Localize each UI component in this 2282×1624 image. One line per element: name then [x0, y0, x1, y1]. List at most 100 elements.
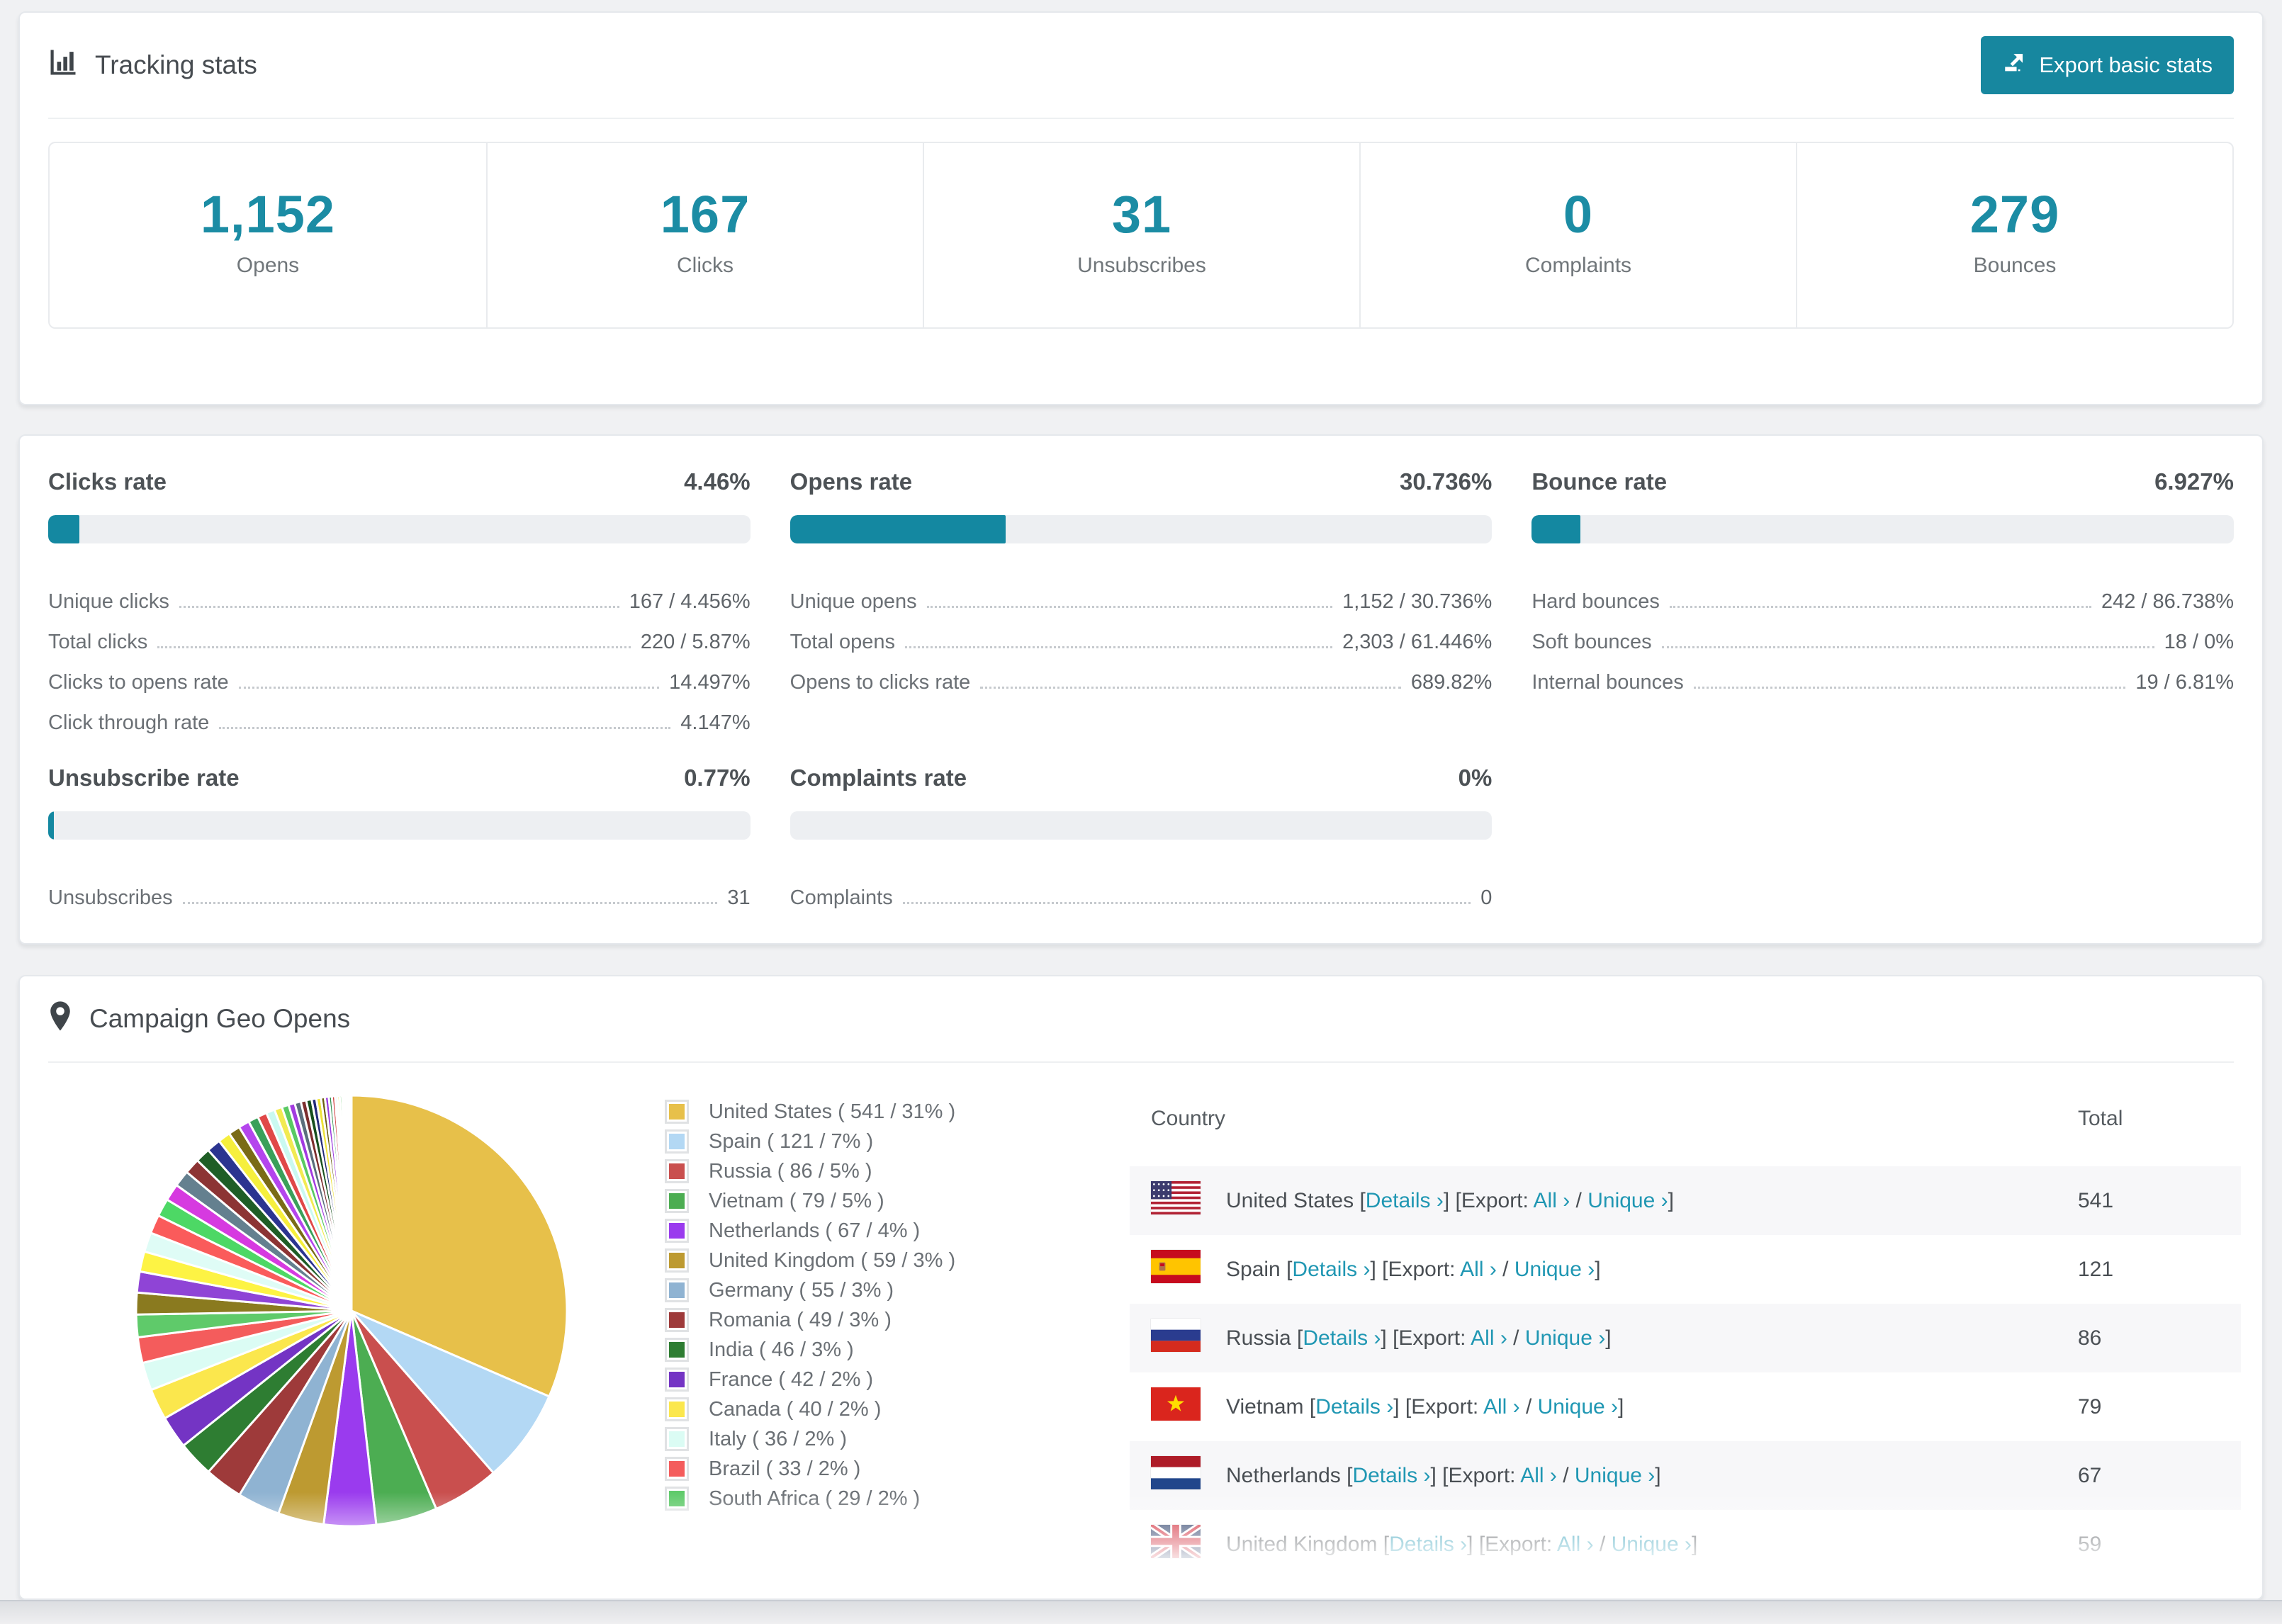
- rate-row-value: 19 / 6.81%: [2135, 671, 2234, 694]
- export-unique-link[interactable]: Unique ›: [1525, 1326, 1605, 1350]
- rate-row-value: 2,303 / 61.446%: [1342, 631, 1493, 653]
- legend-item: India ( 46 / 3% ): [665, 1335, 1090, 1365]
- legend-item: Germany ( 55 / 3% ): [665, 1275, 1090, 1305]
- rate-rows: Unique opens 1,152 / 30.736% Total opens 2,…: [790, 575, 1493, 696]
- rate-head: Unsubscribe rate 0.77%: [48, 765, 751, 791]
- rate-block-complaints-rate: Complaints rate 0% Complaints 0: [789, 765, 1493, 911]
- legend-swatch: [665, 1457, 689, 1481]
- stat-cell-clicks: 167 Clicks: [486, 143, 923, 327]
- dotted-leader: [182, 902, 718, 904]
- country-name: Spain: [1226, 1257, 1281, 1281]
- stat-value: 279: [1969, 185, 2060, 244]
- rate-row-label: Unsubscribes: [48, 886, 173, 909]
- geo-pie-legend: United States ( 541 / 31% ) Spain ( 121 /…: [665, 1095, 1090, 1513]
- table-row-de: Germany [Details ›] [Export: All › / Uni…: [1130, 1579, 2241, 1598]
- rate-row-value: 167 / 4.456%: [629, 590, 751, 613]
- country-cell: United Kingdom [Details ›] [Export: All …: [1130, 1510, 2078, 1579]
- export-all-link[interactable]: All ›: [1471, 1326, 1507, 1350]
- export-unique-link[interactable]: Unique ›: [1587, 1189, 1668, 1212]
- legend-swatch: [665, 1278, 689, 1302]
- country-links-text: Netherlands [Details ›] [Export: All › /…: [1226, 1463, 1661, 1487]
- export-unique-link[interactable]: Unique ›: [1538, 1395, 1618, 1419]
- rate-row: Clicks to opens rate 14.497%: [48, 655, 751, 696]
- rate-title: Opens rate: [789, 468, 913, 495]
- legend-item: United States ( 541 / 31% ): [665, 1097, 1090, 1127]
- stat-label: Clicks: [677, 254, 734, 277]
- legend-swatch: [665, 1397, 689, 1421]
- country-cell-inner: Germany [Details ›] [Export: All › / Uni…: [1130, 1594, 2078, 1598]
- column-header-country: Country: [1151, 1107, 1226, 1130]
- country-cell-inner: United Kingdom [Details ›] [Export: All …: [1130, 1521, 2078, 1564]
- rate-row-label: Soft bounces: [1531, 631, 1652, 653]
- legend-label: France ( 42 / 2% ): [709, 1368, 874, 1391]
- dotted-leader: [157, 646, 631, 648]
- legend-item: United Kingdom ( 59 / 3% ): [665, 1246, 1090, 1275]
- rate-progress-bar: [48, 515, 751, 543]
- rate-head: Opens rate 30.736%: [790, 468, 1493, 495]
- export-unique-link[interactable]: Unique ›: [1612, 1533, 1692, 1556]
- export-unique-link[interactable]: Unique ›: [1575, 1464, 1655, 1487]
- legend-swatch: [665, 1248, 689, 1273]
- rate-block-bounce-rate: Bounce rate 6.927% Hard bounces 242 / 86.73…: [1531, 468, 2234, 736]
- rate-block-opens-rate: Opens rate 30.736% Unique opens 1,152 / 30.…: [789, 468, 1493, 736]
- nl-flag-icon: [1151, 1456, 1226, 1495]
- legend-item: Romania ( 49 / 3% ): [665, 1305, 1090, 1335]
- rate-head: Complaints rate 0%: [790, 765, 1493, 791]
- export-all-link[interactable]: All ›: [1483, 1395, 1520, 1419]
- details-link[interactable]: Details ›: [1352, 1464, 1430, 1487]
- legend-label: South Africa ( 29 / 2% ): [709, 1487, 921, 1510]
- country-name: Netherlands: [1226, 1463, 1341, 1487]
- stat-value: 1,152: [200, 185, 336, 244]
- export-all-link[interactable]: All ›: [1520, 1464, 1557, 1487]
- rate-value: 4.46%: [684, 468, 751, 495]
- legend-swatch: [665, 1487, 689, 1511]
- legend-label: Spain ( 121 / 7% ): [709, 1129, 874, 1153]
- details-link[interactable]: Details ›: [1389, 1533, 1467, 1556]
- stat-label: Opens: [236, 254, 300, 277]
- dotted-leader: [1693, 687, 2126, 689]
- rates-card: Clicks rate 4.46% Unique clicks 167 / 4.456…: [18, 434, 2264, 944]
- country-links-text: United Kingdom [Details ›] [Export: All …: [1226, 1532, 1698, 1556]
- stat-value: 0: [1563, 185, 1594, 244]
- geo-pie-chart: [135, 1094, 568, 1528]
- rate-progress-fill: [48, 515, 80, 543]
- dotted-leader: [926, 606, 1333, 608]
- legend-item: Canada ( 40 / 2% ): [665, 1394, 1090, 1424]
- total-cell: 59: [2078, 1532, 2102, 1556]
- dotted-leader: [179, 606, 619, 608]
- country-cell: Russia [Details ›] [Export: All › / Uniq…: [1130, 1304, 2078, 1372]
- campaign-geo-opens-card: Campaign Geo Opens United States ( 541 /…: [18, 975, 2264, 1600]
- details-link[interactable]: Details ›: [1303, 1326, 1381, 1350]
- geo-title: Campaign Geo Opens: [89, 1004, 351, 1033]
- rate-row-value: 220 / 5.87%: [640, 631, 751, 653]
- rate-row-label: Hard bounces: [1531, 590, 1660, 613]
- details-link[interactable]: Details ›: [1292, 1258, 1370, 1281]
- table-row-us: United States [Details ›] [Export: All ›…: [1130, 1166, 2241, 1235]
- rate-head: Clicks rate 4.46%: [48, 468, 751, 495]
- details-link[interactable]: Details ›: [1366, 1189, 1444, 1212]
- total-cell: 67: [2078, 1463, 2102, 1487]
- legend-item: South Africa ( 29 / 2% ): [665, 1484, 1090, 1513]
- rate-row-label: Internal bounces: [1531, 671, 1684, 694]
- export-basic-stats-button[interactable]: Export basic stats: [1981, 36, 2234, 94]
- export-unique-link[interactable]: Unique ›: [1514, 1258, 1595, 1281]
- dotted-leader: [980, 687, 1401, 689]
- geo-table: Country Total United States [Details ›] …: [1130, 1095, 2241, 1598]
- legend-label: Brazil ( 33 / 2% ): [709, 1457, 861, 1480]
- rate-row-value: 4.147%: [680, 711, 751, 734]
- export-all-link[interactable]: All ›: [1460, 1258, 1497, 1281]
- export-all-link[interactable]: All ›: [1534, 1189, 1570, 1212]
- header-divider: [48, 118, 2234, 119]
- country-links-text: Vietnam [Details ›] [Export: All › / Uni…: [1226, 1394, 1624, 1419]
- total-cell: 86: [2078, 1326, 2102, 1350]
- page-bottom-band: [0, 1600, 2282, 1624]
- country-cell: Vietnam [Details ›] [Export: All › / Uni…: [1130, 1372, 2078, 1441]
- rate-row-value: 0: [1480, 886, 1493, 909]
- details-link[interactable]: Details ›: [1315, 1395, 1393, 1419]
- page-title: Tracking stats: [95, 50, 257, 79]
- legend-label: Romania ( 49 / 3% ): [709, 1308, 892, 1331]
- country-cell-inner: Spain [Details ›] [Export: All › / Uniqu…: [1130, 1250, 2078, 1289]
- table-row-nl: Netherlands [Details ›] [Export: All › /…: [1130, 1441, 2241, 1510]
- export-all-link[interactable]: All ›: [1557, 1533, 1594, 1556]
- legend-item: France ( 42 / 2% ): [665, 1365, 1090, 1394]
